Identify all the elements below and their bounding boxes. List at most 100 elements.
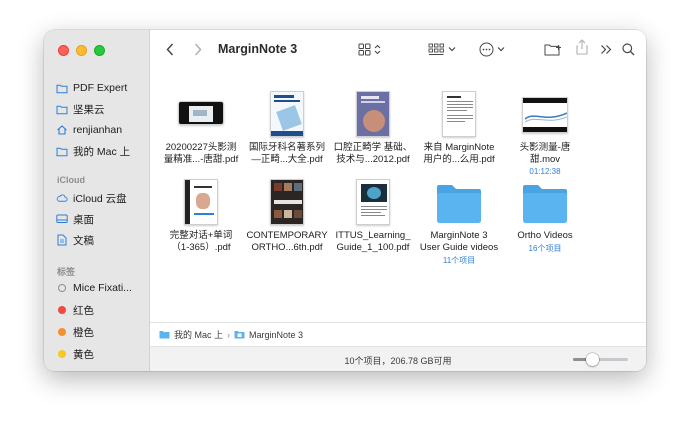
pdf-thumbnail [356, 179, 390, 225]
view-mode-button[interactable] [358, 41, 381, 57]
finder-window: PDF Expert 坚果云 renjianhan 我的 Mac 上 iClou… [44, 30, 646, 371]
sidebar-tag-yellow[interactable]: 黄色 [56, 345, 148, 363]
new-folder-button[interactable] [544, 41, 562, 57]
sidebar-item-label: 红色 [73, 304, 94, 317]
tag-orange-icon [56, 326, 68, 338]
sidebar-item-label: 桌面 [73, 213, 94, 226]
path-bar: 我的 Mac 上 › MarginNote 3 [150, 322, 646, 346]
folder-item-count: 16个项目 [528, 244, 562, 253]
file-name: CONTEMPORARY ORTHO...6th.pdf [246, 230, 328, 253]
path-root[interactable]: 我的 Mac 上 [174, 328, 223, 341]
chevron-down-icon [448, 47, 456, 52]
icon-size-slider[interactable] [573, 353, 628, 366]
file-item[interactable]: 来自 MarginNote 用户的...么用.pdf [414, 81, 504, 166]
sidebar-item-desktop[interactable]: 桌面 [56, 210, 148, 228]
close-button[interactable] [58, 45, 69, 56]
more-circle-icon [479, 42, 494, 56]
share-button[interactable] [576, 39, 588, 55]
file-item[interactable]: 完整对话+单词 （1-365）.pdf [156, 169, 246, 254]
sidebar-item-label: 我的 Mac 上 [73, 145, 131, 158]
path-separator: › [227, 329, 231, 340]
slider-knob[interactable] [585, 353, 599, 366]
folder-name: Ortho Videos [517, 230, 573, 241]
window-controls [58, 45, 105, 56]
sidebar-item-label: 橙色 [73, 326, 94, 339]
window-title: MarginNote 3 [218, 42, 298, 56]
folder-name: MarginNote 3 User Guide videos [419, 230, 499, 253]
file-name: 20200227头影测 量精准...-唐甜.pdf [163, 142, 239, 165]
file-name: 国际牙科名著系列 —正畸...大全.pdf [248, 142, 325, 165]
folder-icon [56, 103, 68, 115]
sidebar-item-label: 黄色 [73, 348, 94, 361]
folder-icon [56, 145, 68, 157]
sidebar-item-label: iCloud 云盘 [73, 192, 127, 205]
back-button[interactable] [166, 41, 174, 57]
app-folder-icon [234, 331, 245, 339]
pdf-thumbnail [270, 179, 304, 225]
sidebar-item-label: 文稿 [73, 234, 94, 247]
file-item[interactable]: 国际牙科名著系列 —正畸...大全.pdf [242, 81, 332, 166]
toolbar: MarginNote 3 [150, 30, 646, 69]
forward-button[interactable] [194, 41, 202, 57]
chevron-down-icon [497, 47, 505, 52]
desktop-icon [56, 213, 68, 225]
pdf-thumbnail [184, 179, 218, 225]
sidebar-item-home[interactable]: renjianhan [56, 121, 148, 139]
sidebar-tag-mice-fixation[interactable]: Mice Fixati... [56, 279, 148, 297]
file-item[interactable]: 头影测量-唐 甜.mov 01:12:38 [500, 81, 590, 176]
search-icon [622, 42, 635, 55]
search-button[interactable] [622, 41, 635, 57]
pdf-thumbnail [356, 91, 390, 137]
grid-view-icon [358, 43, 371, 55]
file-item[interactable]: 20200227头影测 量精准...-唐甜.pdf [156, 81, 246, 166]
folder-item[interactable]: MarginNote 3 User Guide videos 11个项目 [414, 169, 504, 266]
sidebar-item-icloud-drive[interactable]: iCloud 云盘 [56, 189, 148, 207]
sidebar-item-label: renjianhan [73, 124, 123, 136]
chevron-left-icon [166, 42, 174, 56]
sidebar: PDF Expert 坚果云 renjianhan 我的 Mac 上 iClou… [44, 30, 150, 371]
sidebar-item-documents[interactable]: 文稿 [56, 231, 148, 249]
share-icon [576, 39, 588, 55]
zoom-button[interactable] [94, 45, 105, 56]
file-grid: 20200227头影测 量精准...-唐甜.pdf 国际牙科名著系列 —正畸...大… [150, 69, 646, 322]
more-toolbar-button[interactable] [600, 41, 612, 57]
folder-item[interactable]: Ortho Videos 16个项目 [500, 169, 590, 254]
sidebar-item-label: 坚果云 [73, 103, 105, 116]
file-name: 口腔正畸学 基础、 技术与...2012.pdf [333, 142, 413, 165]
folder-item-count: 11个项目 [442, 256, 476, 265]
path-current[interactable]: MarginNote 3 [249, 330, 303, 340]
file-item[interactable]: CONTEMPORARY ORTHO...6th.pdf [242, 169, 332, 254]
video-thumbnail [522, 97, 568, 133]
sidebar-tag-orange[interactable]: 橙色 [56, 323, 148, 341]
pdf-thumbnail [270, 91, 304, 137]
sidebar-item-on-my-mac[interactable]: 我的 Mac 上 [56, 142, 148, 160]
folder-icon [437, 185, 481, 223]
chevron-updown-icon [374, 44, 381, 54]
folder-icon [56, 82, 68, 94]
sidebar-item-label: Mice Fixati... [73, 282, 132, 294]
file-name: 完整对话+单词 （1-365）.pdf [169, 230, 233, 253]
new-folder-icon [544, 44, 561, 55]
action-button[interactable] [479, 41, 505, 57]
sidebar-item-label: PDF Expert [73, 82, 128, 94]
sidebar-tag-red[interactable]: 红色 [56, 301, 148, 319]
folder-icon [523, 185, 567, 223]
sidebar-item-pdf-expert[interactable]: PDF Expert [56, 79, 148, 97]
group-button[interactable] [428, 41, 456, 57]
tag-red-icon [56, 304, 68, 316]
status-text: 10个项目，206.78 GB可用 [344, 356, 452, 366]
file-name: 来自 MarginNote 用户的...么用.pdf [423, 142, 495, 165]
file-item[interactable]: ITTUS_Learning_ Guide_1_100.pdf [328, 169, 418, 254]
tag-empty-icon [56, 282, 68, 294]
status-bar: 10个项目，206.78 GB可用 [150, 346, 646, 371]
sidebar-section-icloud: iCloud [57, 175, 85, 185]
minimize-button[interactable] [76, 45, 87, 56]
folder-icon [159, 331, 170, 339]
pdf-thumbnail [178, 101, 224, 125]
file-item[interactable]: 口腔正畸学 基础、 技术与...2012.pdf [328, 81, 418, 166]
home-icon [56, 124, 68, 136]
sidebar-item-jianguoyun[interactable]: 坚果云 [56, 100, 148, 118]
sidebar-section-tags: 标签 [57, 267, 76, 277]
chevron-double-right-icon [601, 44, 612, 54]
tag-yellow-icon [56, 348, 68, 360]
